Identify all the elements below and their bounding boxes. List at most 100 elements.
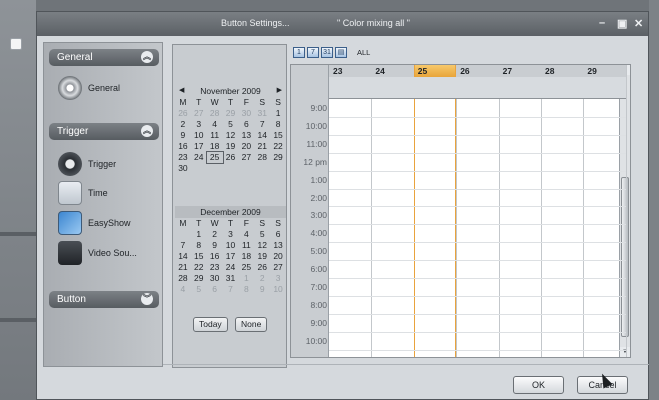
calendar-day[interactable]: 30	[175, 163, 191, 174]
sidebar-item-time[interactable]: Time	[58, 180, 108, 206]
calendar-day[interactable]: 24	[191, 152, 207, 163]
calendar-day[interactable]: 6	[238, 119, 254, 130]
calendar-day[interactable]: 21	[254, 141, 270, 152]
calendar-day[interactable]: 20	[270, 251, 286, 262]
calendar-day[interactable]: 28	[207, 108, 223, 119]
calendar-day[interactable]: 13	[270, 240, 286, 251]
week-schedule-grid[interactable]: ▲ ▼ 232425262728299:0010:0011:0012 pm1:0…	[290, 64, 631, 358]
calendar-day[interactable]: 15	[270, 130, 286, 141]
calendar-day[interactable]: 10	[223, 240, 239, 251]
calendar-day[interactable]: 26	[254, 262, 270, 273]
calendar-day[interactable]: 12	[254, 240, 270, 251]
day-column-header[interactable]: 27	[498, 65, 541, 77]
sidebar-item-easyshow[interactable]: EasyShow	[58, 210, 131, 236]
day-column-header[interactable]: 26	[456, 65, 499, 77]
calendar-day[interactable]: 2	[175, 119, 191, 130]
calendar-day[interactable]: 3	[223, 229, 239, 240]
calendar-day[interactable]: 10	[270, 284, 286, 295]
calendar-day[interactable]: 4	[238, 229, 254, 240]
week-view-icon[interactable]: 7	[307, 47, 319, 58]
all-day-cell[interactable]	[498, 77, 541, 99]
calendar-day[interactable]: 2	[254, 273, 270, 284]
calendar-day[interactable]: 31	[223, 273, 239, 284]
calendar-day[interactable]: 9	[207, 240, 223, 251]
section-header-trigger[interactable]: Trigger ︽	[49, 123, 159, 140]
calendar-day[interactable]: 26	[223, 152, 239, 163]
calendar-day[interactable]: 22	[191, 262, 207, 273]
calendar-day[interactable]: 20	[238, 141, 254, 152]
calendar-day[interactable]: 29	[270, 152, 286, 163]
calendar-day[interactable]: 8	[270, 119, 286, 130]
calendar-day[interactable]: 26	[175, 108, 191, 119]
all-day-cell[interactable]	[583, 77, 626, 99]
calendar-day[interactable]: 29	[223, 108, 239, 119]
calendar-day[interactable]: 2	[207, 229, 223, 240]
calendar-day[interactable]: 22	[270, 141, 286, 152]
calendar-day[interactable]: 7	[223, 284, 239, 295]
calendar-day[interactable]: 7	[254, 119, 270, 130]
calendar-day[interactable]: 30	[238, 108, 254, 119]
calendar-day[interactable]: 1	[270, 108, 286, 119]
calendar-day[interactable]: 17	[223, 251, 239, 262]
calendar-day[interactable]: 4	[175, 284, 191, 295]
calendar-day[interactable]: 19	[223, 141, 239, 152]
calendar-day[interactable]: 19	[254, 251, 270, 262]
all-day-cell[interactable]	[541, 77, 584, 99]
calendar-day[interactable]: 5	[223, 119, 239, 130]
calendar-day[interactable]: 11	[207, 130, 223, 141]
sidebar-item-trigger[interactable]: Trigger	[58, 151, 116, 177]
all-day-cell[interactable]	[456, 77, 499, 99]
calendar-day[interactable]: 18	[207, 141, 223, 152]
minimize-icon[interactable]: –	[599, 17, 605, 29]
calendar-day[interactable]: 31	[254, 108, 270, 119]
calendar-day[interactable]: 16	[207, 251, 223, 262]
calendar-day[interactable]: 24	[223, 262, 239, 273]
calendar-day[interactable]: 27	[238, 152, 254, 163]
calendar-day[interactable]: 8	[238, 284, 254, 295]
expand-chevron-icon[interactable]: ︾	[141, 293, 153, 305]
calendar-day[interactable]: 14	[254, 130, 270, 141]
calendar-day[interactable]: 3	[270, 273, 286, 284]
all-view-button[interactable]: ALL	[357, 48, 370, 57]
section-header-general[interactable]: General ︽	[49, 49, 159, 66]
calendar-day[interactable]: 6	[207, 284, 223, 295]
calendar-day[interactable]: 18	[238, 251, 254, 262]
calendar-day[interactable]: 28	[254, 152, 270, 163]
calendar-day[interactable]: 4	[207, 119, 223, 130]
calendar-day[interactable]: 17	[191, 141, 207, 152]
all-day-cell[interactable]	[413, 77, 457, 99]
sidebar-item-video-source[interactable]: Video Sou...	[58, 240, 137, 266]
calendar-day[interactable]: 11	[238, 240, 254, 251]
month-view-icon[interactable]: 31	[321, 47, 333, 58]
calendar-day[interactable]: 29	[191, 273, 207, 284]
none-button[interactable]: None	[235, 317, 268, 332]
calendar-day[interactable]: 7	[175, 240, 191, 251]
day-column-header[interactable]: 23	[329, 65, 372, 77]
collapse-chevron-icon[interactable]: ︽	[141, 125, 153, 137]
calendar-day[interactable]: 25	[205, 151, 224, 164]
day-view-icon[interactable]: 1	[293, 47, 305, 58]
title-bar[interactable]: Button Settings... " Color mixing all " …	[37, 12, 648, 36]
all-day-cell[interactable]	[371, 77, 414, 99]
calendar-day[interactable]: 9	[175, 130, 191, 141]
calendar-day[interactable]: 9	[254, 284, 270, 295]
calendar-day[interactable]: 21	[175, 262, 191, 273]
collapse-chevron-icon[interactable]: ︽	[141, 51, 153, 63]
day-column-header[interactable]: 24	[371, 65, 414, 77]
sidebar-item-general[interactable]: General	[58, 75, 120, 101]
next-month-arrow-icon[interactable]: ▶	[277, 85, 282, 97]
calendar-day[interactable]: 23	[207, 262, 223, 273]
today-button[interactable]: Today	[193, 317, 228, 332]
calendar-day[interactable]: 27	[270, 262, 286, 273]
calendar-day[interactable]: 15	[191, 251, 207, 262]
day-column-header[interactable]: 25	[414, 65, 456, 77]
background-checkbox[interactable]	[10, 38, 22, 50]
restore-icon[interactable]: ▣	[617, 17, 627, 30]
calendar-day[interactable]: 14	[175, 251, 191, 262]
close-icon[interactable]: ✕	[634, 17, 643, 30]
prev-month-arrow-icon[interactable]: ◀	[179, 85, 184, 97]
calendar-day[interactable]: 16	[175, 141, 191, 152]
calendar-day[interactable]: 10	[191, 130, 207, 141]
calendar-day[interactable]: 13	[238, 130, 254, 141]
calendar-day[interactable]: 23	[175, 152, 191, 163]
